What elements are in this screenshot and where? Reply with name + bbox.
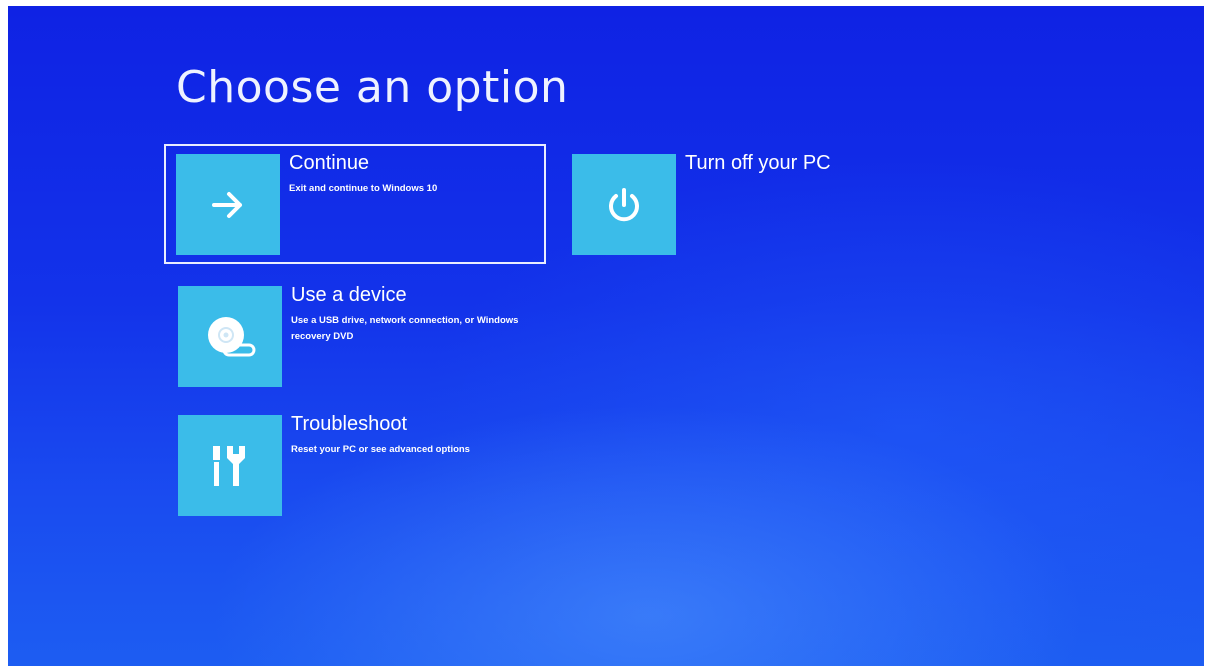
disc-device-icon: [208, 316, 256, 356]
page-title: Choose an option: [176, 62, 569, 113]
option-continue-description: Exit and continue to Windows 10: [289, 183, 438, 194]
power-icon: [609, 187, 639, 221]
recovery-screen: Choose an option Continue Exit and conti…: [8, 6, 1204, 666]
option-turn-off-title: Turn off your PC: [685, 152, 831, 174]
tools-icon: [213, 445, 245, 486]
continue-tile: [176, 154, 280, 255]
option-turn-off[interactable]: Turn off your PC: [562, 146, 940, 262]
use-device-tile: [178, 286, 282, 387]
arrow-right-icon: [212, 191, 242, 218]
option-troubleshoot-description: Reset your PC or see advanced options: [291, 444, 470, 455]
turn-off-tile: [572, 154, 676, 255]
option-use-device-description: Use a USB drive, network connection, or …: [291, 315, 519, 342]
option-continue-title: Continue: [289, 152, 370, 174]
troubleshoot-tile: [178, 415, 282, 516]
option-use-device[interactable]: Use a device Use a USB drive, network co…: [168, 278, 546, 394]
option-use-device-title: Use a device: [291, 284, 407, 306]
option-continue[interactable]: Continue Exit and continue to Windows 10: [164, 144, 546, 264]
option-troubleshoot[interactable]: Troubleshoot Reset your PC or see advanc…: [168, 407, 546, 523]
option-troubleshoot-title: Troubleshoot: [291, 413, 407, 435]
